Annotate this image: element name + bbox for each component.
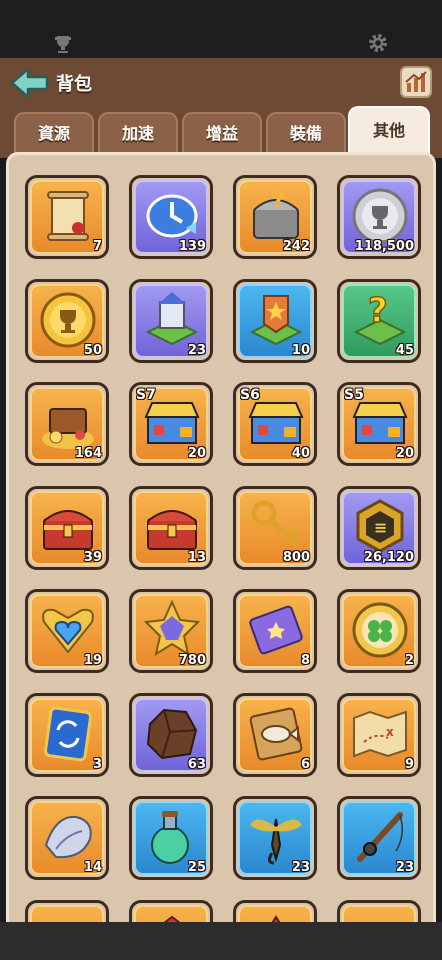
- item-count: 40: [291, 446, 310, 461]
- trophy-icon[interactable]: [52, 34, 74, 54]
- back-arrow-icon[interactable]: [10, 66, 50, 100]
- header-bar: 背包: [0, 58, 442, 108]
- item-count: 39: [83, 550, 102, 565]
- tab-speedup[interactable]: 加速: [98, 112, 178, 154]
- inventory-item[interactable]: 118,500: [337, 175, 421, 259]
- item-count: 23: [291, 860, 310, 875]
- inventory-item[interactable]: [129, 900, 213, 922]
- gold-coin-icon: [36, 909, 100, 922]
- inventory-item[interactable]: S5 20: [337, 382, 421, 466]
- item-count: 25: [187, 860, 206, 875]
- season-label: S7: [136, 387, 156, 403]
- inventory-item[interactable]: 25: [129, 796, 213, 880]
- stats-chart-icon[interactable]: [400, 66, 432, 98]
- clover-coin-icon: [348, 598, 412, 662]
- inventory-item[interactable]: 23: [233, 796, 317, 880]
- inventory-item[interactable]: ≡ 26,120: [337, 486, 421, 570]
- page-title: 背包: [56, 74, 92, 95]
- tab-resources[interactable]: 資源: [14, 112, 94, 154]
- svg-text:?: ?: [368, 291, 388, 331]
- inventory-item[interactable]: 10: [233, 279, 317, 363]
- item-count: 23: [187, 343, 206, 358]
- svg-text:x: x: [386, 725, 394, 739]
- inventory-item[interactable]: x9: [337, 693, 421, 777]
- inventory-item[interactable]: 164: [25, 382, 109, 466]
- inventory-item[interactable]: S7 20: [129, 382, 213, 466]
- item-count: 2: [404, 653, 414, 668]
- item-count: 19: [83, 653, 102, 668]
- gear-icon[interactable]: [366, 32, 390, 56]
- inventory-item[interactable]: 139: [129, 175, 213, 259]
- item-count: 26,120: [363, 550, 414, 565]
- svg-text:≡: ≡: [374, 518, 387, 537]
- season-label: S5: [344, 387, 364, 403]
- inventory-item[interactable]: 2: [337, 589, 421, 673]
- item-count: 23: [395, 860, 414, 875]
- inventory-item[interactable]: 13: [129, 486, 213, 570]
- inventory-item[interactable]: 14: [25, 796, 109, 880]
- tab-equipment[interactable]: 裝備: [266, 112, 346, 154]
- item-count: 50: [83, 343, 102, 358]
- inventory-item[interactable]: 6: [233, 693, 317, 777]
- red-flag-icon: [140, 909, 204, 922]
- item-count: 7: [92, 239, 102, 254]
- inventory-item[interactable]: 3: [25, 693, 109, 777]
- item-count: 63: [187, 757, 206, 772]
- inventory-item[interactable]: 19: [25, 589, 109, 673]
- red-bow-icon: [348, 909, 412, 922]
- tab-other[interactable]: 其他: [348, 106, 430, 156]
- system-top-bar: [0, 0, 442, 58]
- inventory-item[interactable]: [337, 900, 421, 922]
- inventory-item[interactable]: [25, 900, 109, 922]
- svg-text:?: ?: [272, 189, 285, 214]
- inventory-item[interactable]: 8: [233, 589, 317, 673]
- system-bottom-bar: [0, 922, 442, 960]
- inventory-item[interactable]: 780: [129, 589, 213, 673]
- exchange-card-icon: [36, 702, 100, 766]
- item-count: 3: [92, 757, 102, 772]
- treasure-map-icon: x: [348, 702, 412, 766]
- inventory-item[interactable]: [233, 900, 317, 922]
- item-count: 6: [300, 757, 310, 772]
- inventory-item[interactable]: 63: [129, 693, 213, 777]
- purple-ticket-icon: [244, 598, 308, 662]
- item-count: 9: [404, 757, 414, 772]
- item-count: 780: [178, 653, 206, 668]
- inventory-item[interactable]: 7: [25, 175, 109, 259]
- item-count: 14: [83, 860, 102, 875]
- tab-boost[interactable]: 增益: [182, 112, 262, 154]
- inventory-item[interactable]: 50: [25, 279, 109, 363]
- red-firework-icon: [244, 909, 308, 922]
- inventory-item[interactable]: 23: [129, 279, 213, 363]
- inventory-item[interactable]: 23: [337, 796, 421, 880]
- item-count: 20: [187, 446, 206, 461]
- fish-card-icon: [244, 702, 308, 766]
- inventory-item[interactable]: S6 40: [233, 382, 317, 466]
- item-count: 139: [178, 239, 206, 254]
- season-label: S6: [240, 387, 260, 403]
- item-count: 164: [74, 446, 102, 461]
- item-count: 800: [282, 550, 310, 565]
- inventory-item[interactable]: ? 242: [233, 175, 317, 259]
- item-count: 118,500: [354, 239, 414, 254]
- inventory-item[interactable]: ? 45: [337, 279, 421, 363]
- inventory-panel: 7 139? 242 118,500 50 23 10? 45 164 S7 20 S6 40 S5 20 3…: [6, 152, 436, 922]
- scroll-icon: [36, 184, 100, 248]
- item-count: 20: [395, 446, 414, 461]
- item-count: 242: [282, 239, 310, 254]
- item-count: 45: [395, 343, 414, 358]
- item-count: 8: [300, 653, 310, 668]
- inventory-item[interactable]: 800: [233, 486, 317, 570]
- item-count: 10: [291, 343, 310, 358]
- item-count: 13: [187, 550, 206, 565]
- inventory-item[interactable]: 39: [25, 486, 109, 570]
